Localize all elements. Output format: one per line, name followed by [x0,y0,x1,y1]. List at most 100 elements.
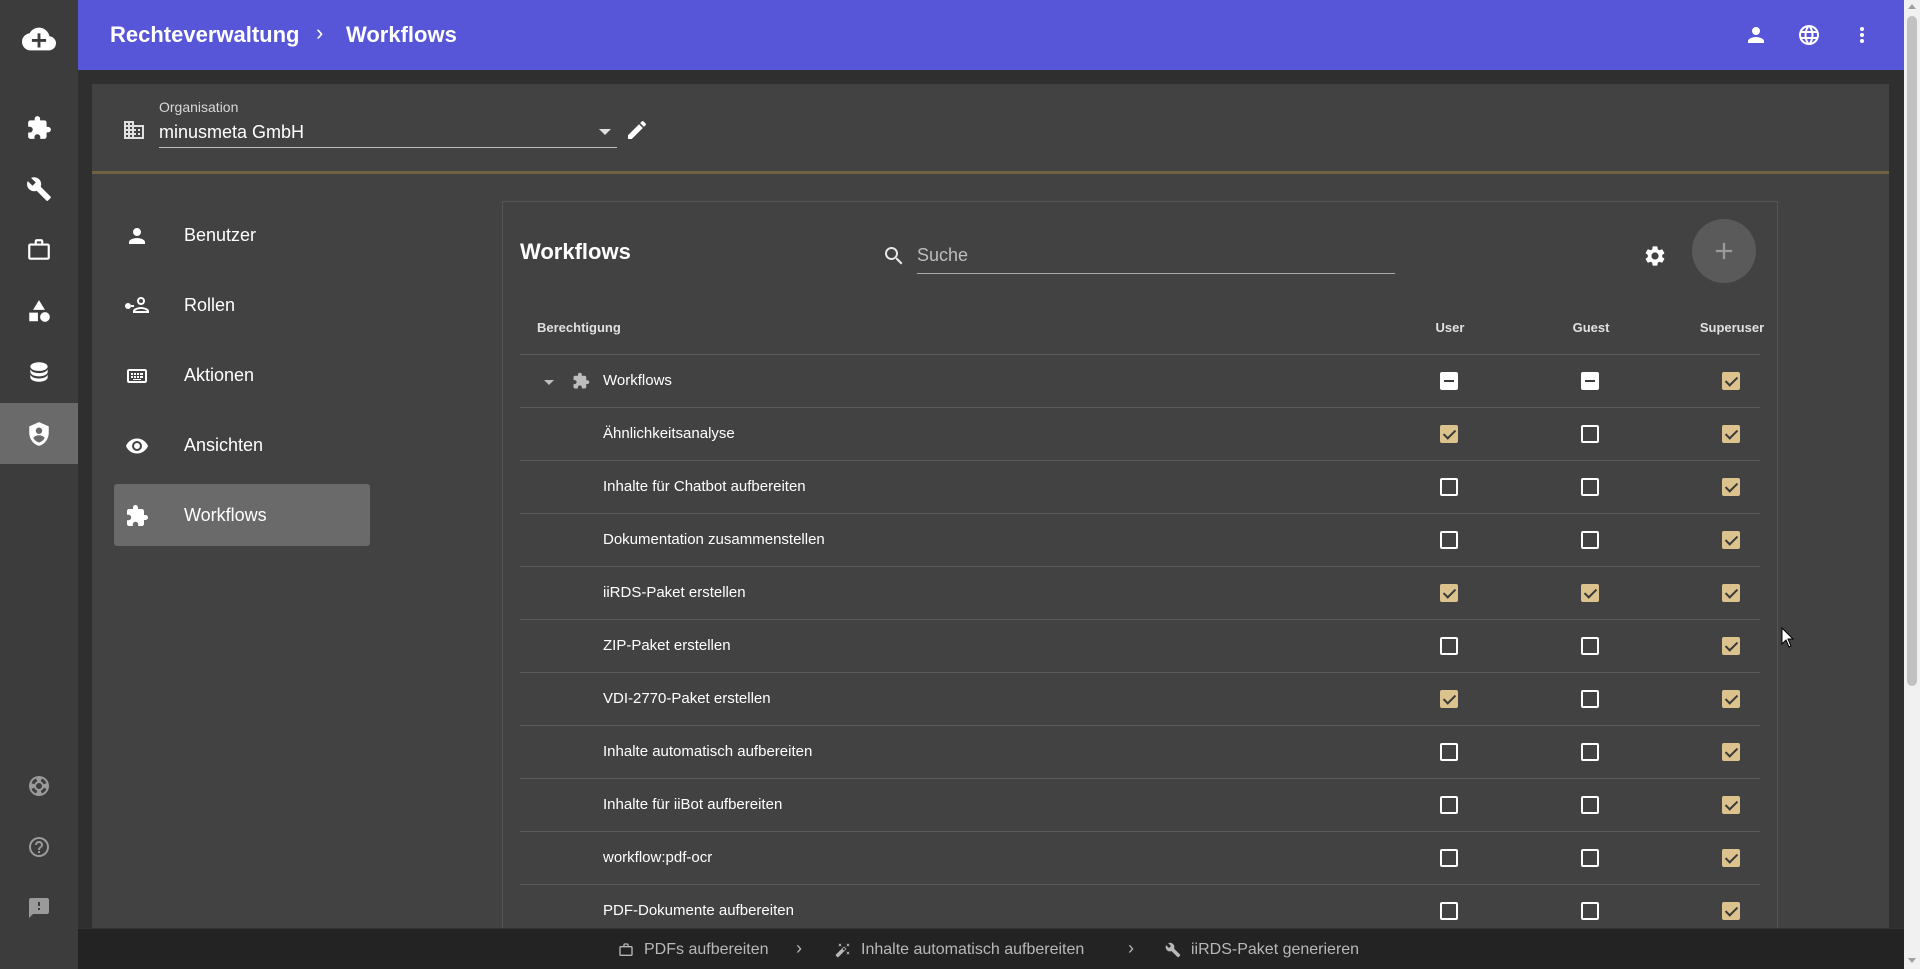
puzzle-icon [124,503,150,529]
eye-icon [124,433,150,459]
organisation-value: minusmeta GmbH [159,122,305,142]
user-permission-checkbox[interactable] [1440,425,1458,443]
table-header: Berechtigung User Guest Superuser [520,301,1764,355]
row-label: Dokumentation zusammenstellen [603,531,825,548]
guest-permission-checkbox[interactable] [1581,902,1599,920]
nav-item-workflows[interactable]: Workflows [114,484,370,546]
permissions-table: Berechtigung User Guest Superuser Workfl… [520,301,1764,928]
super-permission-checkbox[interactable] [1722,743,1740,761]
search-input[interactable] [917,238,1395,274]
organisation-select[interactable]: minusmeta GmbH [159,118,617,148]
user-permission-checkbox[interactable] [1440,584,1458,602]
breadcrumb-root[interactable]: Rechteverwaltung [110,22,300,48]
super-permission-checkbox[interactable] [1722,637,1740,655]
status-item-iirds[interactable]: iiRDS-Paket generieren [1165,941,1359,959]
row-label: Inhalte automatisch aufbereiten [603,743,813,760]
shapes-icon[interactable] [0,280,78,341]
row-label: workflow:pdf-ocr [603,849,713,866]
guest-permission-checkbox[interactable] [1581,690,1599,708]
guest-permission-checkbox[interactable] [1581,796,1599,814]
table-row: Ähnlichkeitsanalyse [520,408,1760,461]
user-permission-checkbox[interactable] [1440,849,1458,867]
collapse-caret-icon[interactable] [544,380,554,385]
account-icon[interactable] [1743,22,1769,48]
lifebuoy-icon[interactable] [0,755,78,816]
table-group-row[interactable]: Workflows [520,355,1760,408]
nav-item-label: Aktionen [184,364,255,385]
user-permission-checkbox[interactable] [1440,372,1458,390]
puzzle-icon[interactable] [0,97,78,158]
plus-icon [1715,242,1733,260]
table-row: Inhalte für iiBot aufbereiten [520,779,1760,832]
globe-icon[interactable] [1796,22,1822,48]
cloud-upload-icon[interactable] [0,0,78,78]
row-label: Ähnlichkeitsanalyse [603,425,735,442]
briefcase-icon[interactable] [0,219,78,280]
guest-permission-checkbox[interactable] [1581,584,1599,602]
organisation-label: Organisation [159,99,239,115]
edit-organisation-icon[interactable] [625,118,649,147]
user-permission-checkbox[interactable] [1440,902,1458,920]
table-row: Inhalte für Chatbot aufbereiten [520,461,1760,514]
guest-permission-checkbox[interactable] [1581,478,1599,496]
user-permission-checkbox[interactable] [1440,690,1458,708]
nav-item-label: Rollen [184,294,236,315]
status-separator: › [796,938,802,958]
super-permission-checkbox[interactable] [1722,584,1740,602]
status-item-label: Inhalte automatisch aufbereiten [861,941,1085,958]
guest-permission-checkbox[interactable] [1581,637,1599,655]
add-button[interactable] [1692,219,1756,283]
row-label: Inhalte für Chatbot aufbereiten [603,478,806,495]
scroll-up-arrow-icon[interactable] [1908,4,1916,9]
row-label: Workflows [603,372,672,389]
nav-item-ansichten[interactable]: Ansichten [114,414,370,476]
table-row: iiRDS-Paket erstellen [520,567,1760,620]
super-permission-checkbox[interactable] [1722,690,1740,708]
settings-gear-icon[interactable] [1637,238,1673,274]
bottom-status-bar: PDFs aufbereiten › Inhalte automatisch a… [78,928,1904,969]
help-icon[interactable] [0,816,78,877]
guest-permission-checkbox[interactable] [1581,372,1599,390]
feedback-icon[interactable] [0,877,78,938]
table-row: VDI-2770-Paket erstellen [520,673,1760,726]
user-permission-checkbox[interactable] [1440,796,1458,814]
scroll-down-arrow-icon[interactable] [1908,958,1916,963]
user-permission-checkbox[interactable] [1440,478,1458,496]
person-icon [124,223,150,249]
super-permission-checkbox[interactable] [1722,902,1740,920]
guest-permission-checkbox[interactable] [1581,531,1599,549]
puzzle-icon [572,372,590,395]
nav-item-aktionen[interactable]: Aktionen [114,344,370,406]
guest-permission-checkbox[interactable] [1581,743,1599,761]
nav-item-label: Ansichten [184,434,264,455]
nav-item-benutzer[interactable]: Benutzer [114,204,370,266]
database-icon[interactable] [0,341,78,402]
super-permission-checkbox[interactable] [1722,849,1740,867]
guest-permission-checkbox[interactable] [1581,849,1599,867]
user-permission-checkbox[interactable] [1440,637,1458,655]
row-label: iiRDS-Paket erstellen [603,584,746,601]
briefcase-icon [619,943,633,956]
mouse-cursor-icon [1781,627,1795,648]
status-item-pdfs[interactable]: PDFs aufbereiten [618,941,769,959]
row-label: VDI-2770-Paket erstellen [603,690,771,707]
row-label: PDF-Dokumente aufbereiten [603,902,794,919]
super-permission-checkbox[interactable] [1722,796,1740,814]
super-permission-checkbox[interactable] [1722,478,1740,496]
status-item-inhalte[interactable]: Inhalte automatisch aufbereiten [835,941,1084,959]
status-item-label: PDFs aufbereiten [644,941,769,958]
user-permission-checkbox[interactable] [1440,531,1458,549]
scroll-thumb[interactable] [1907,16,1917,686]
main-content: Organisation minusmeta GmbH Benutzer Rol… [78,70,1904,928]
more-vert-icon[interactable] [1849,22,1875,48]
nav-item-rollen[interactable]: Rollen [114,274,370,336]
super-permission-checkbox[interactable] [1722,425,1740,443]
user-permission-checkbox[interactable] [1440,743,1458,761]
top-app-bar: Rechteverwaltung › Workflows [78,0,1904,70]
guest-permission-checkbox[interactable] [1581,425,1599,443]
super-permission-checkbox[interactable] [1722,531,1740,549]
wrench-icon[interactable] [0,158,78,219]
super-permission-checkbox[interactable] [1722,372,1740,390]
page-scrollbar[interactable] [1904,0,1920,969]
shield-account-icon[interactable] [0,403,78,464]
